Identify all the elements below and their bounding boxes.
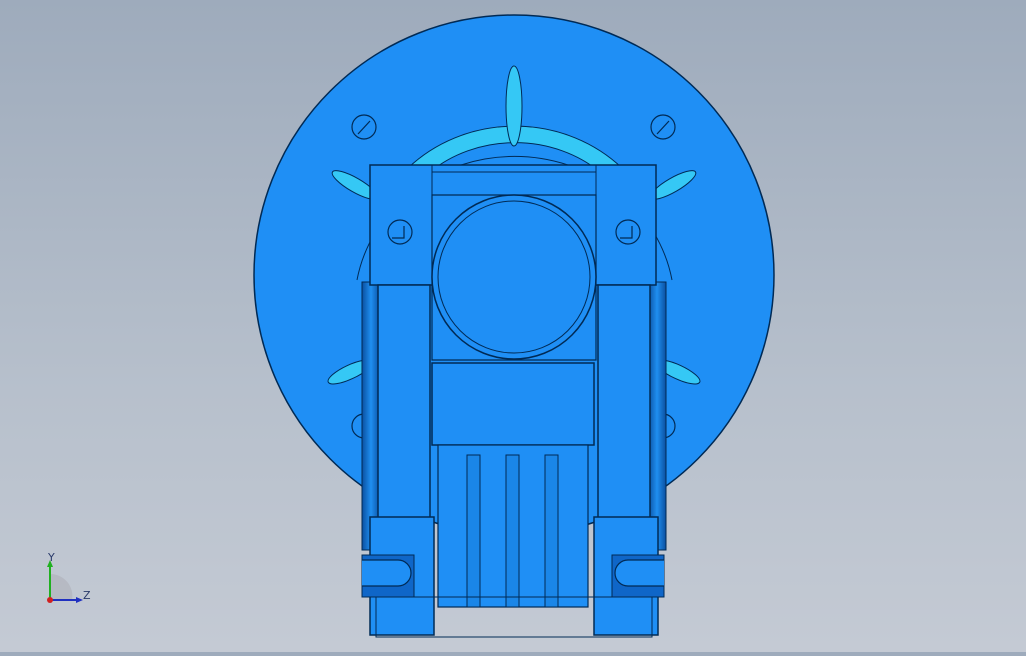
- right-leg: [597, 284, 651, 536]
- y-axis-label: Y: [47, 552, 55, 564]
- orientation-triad: Y Z: [38, 551, 98, 612]
- x-axis-dot: [47, 597, 53, 603]
- z-axis-arrow: [76, 597, 83, 603]
- cad-viewport[interactable]: [0, 0, 1026, 652]
- input-shaft-boss-inner: [437, 200, 591, 354]
- left-foot-slot: [362, 559, 412, 587]
- left-leg: [377, 284, 431, 536]
- right-foot-slot: [614, 559, 664, 587]
- triad-svg: Y Z: [47, 551, 91, 603]
- z-axis-label: Z: [83, 589, 91, 602]
- gearbox-model: [253, 14, 775, 638]
- name-plate: [431, 362, 595, 446]
